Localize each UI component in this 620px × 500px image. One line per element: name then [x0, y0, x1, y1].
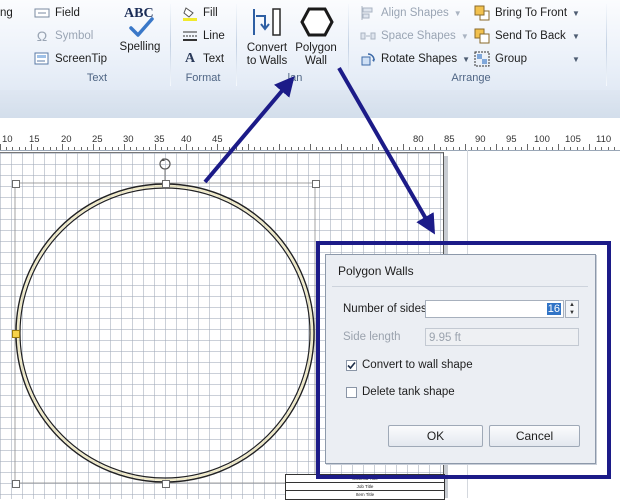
title-divider	[332, 286, 588, 287]
sides-spinner[interactable]: ▲ ▼	[565, 300, 579, 318]
dialog-title: Polygon Walls	[338, 264, 414, 278]
arrow-to-dialog	[337, 67, 435, 235]
spin-up-icon[interactable]: ▲	[566, 301, 578, 309]
checkmark-icon	[347, 361, 356, 370]
delete-tank-label: Delete tank shape	[362, 386, 455, 398]
side-length-label: Side length	[343, 331, 401, 343]
side-length-input[interactable]: 9.95 ft	[425, 328, 579, 346]
delete-tank-checkbox[interactable]	[346, 387, 357, 398]
convert-to-wall-label: Convert to wall shape	[362, 359, 473, 371]
cancel-button[interactable]: Cancel	[489, 425, 580, 447]
polygon-walls-dialog: Polygon Walls Number of sides 16 ▲ ▼ Sid…	[325, 254, 596, 464]
number-of-sides-input[interactable]: 16	[425, 300, 564, 318]
convert-to-wall-checkbox[interactable]	[346, 360, 357, 371]
number-of-sides-value: 16	[546, 303, 561, 315]
arrow-to-polygon-wall	[203, 75, 295, 184]
number-of-sides-label: Number of sides	[343, 303, 427, 315]
ok-button[interactable]: OK	[388, 425, 483, 447]
spin-down-icon[interactable]: ▼	[566, 309, 578, 317]
